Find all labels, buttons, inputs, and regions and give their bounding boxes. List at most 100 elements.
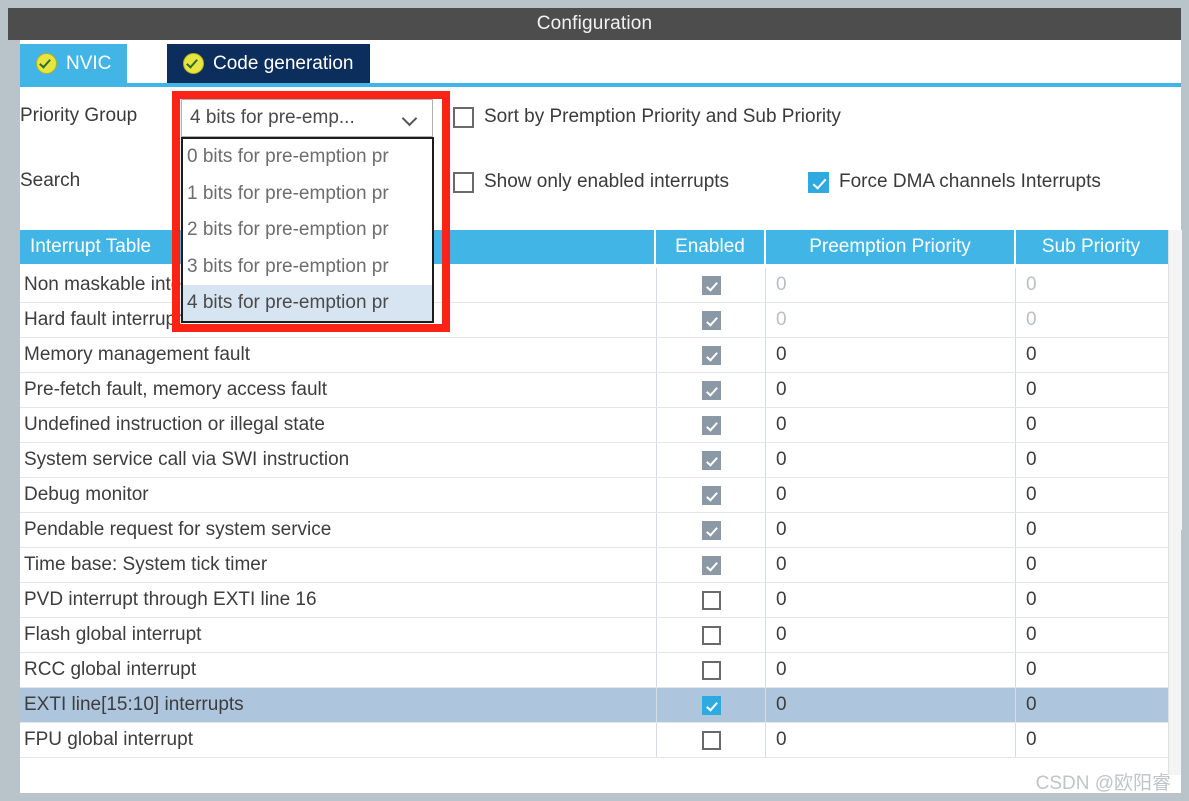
interrupt-name-cell: RCC global interrupt bbox=[24, 659, 197, 680]
preemption-priority-cell[interactable]: 0 bbox=[766, 373, 1016, 407]
enabled-checkbox[interactable] bbox=[701, 345, 721, 365]
enabled-cell[interactable] bbox=[656, 408, 766, 442]
enabled-cell[interactable] bbox=[656, 723, 766, 757]
tab-code-generation[interactable]: Code generation bbox=[167, 44, 370, 83]
sub-priority-cell[interactable]: 0 bbox=[1016, 548, 1166, 582]
table-row[interactable]: Pre-fetch fault, memory access fault 0 0 bbox=[20, 373, 1168, 408]
sub-priority-cell[interactable]: 0 bbox=[1016, 443, 1166, 477]
sub-priority-cell[interactable]: 0 bbox=[1016, 373, 1166, 407]
table-row[interactable]: EXTI line[15:10] interrupts 0 0 bbox=[20, 688, 1168, 723]
sub-priority-cell[interactable]: 0 bbox=[1016, 338, 1166, 372]
preemption-priority-cell[interactable]: 0 bbox=[766, 303, 1016, 337]
preemption-priority-cell[interactable]: 0 bbox=[766, 478, 1016, 512]
sub-priority-cell[interactable]: 0 bbox=[1016, 408, 1166, 442]
enabled-checkbox[interactable] bbox=[701, 625, 721, 645]
preemption-priority-cell[interactable]: 0 bbox=[766, 513, 1016, 547]
dropdown-option[interactable]: 1 bits for pre-emption pr bbox=[183, 176, 432, 213]
enabled-checkbox[interactable] bbox=[701, 730, 721, 750]
sub-priority-cell[interactable]: 0 bbox=[1016, 723, 1166, 757]
dropdown-option[interactable]: 2 bits for pre-emption pr bbox=[183, 212, 432, 249]
configuration-window: Configuration NVIC Code generation Prior… bbox=[0, 0, 1189, 801]
enabled-cell[interactable] bbox=[656, 583, 766, 617]
table-row[interactable]: PVD interrupt through EXTI line 16 0 0 bbox=[20, 583, 1168, 618]
enabled-cell[interactable] bbox=[656, 268, 766, 302]
table-row[interactable]: RCC global interrupt 0 0 bbox=[20, 653, 1168, 688]
dropdown-option[interactable]: 4 bits for pre-emption pr bbox=[183, 285, 432, 321]
sub-priority-cell[interactable]: 0 bbox=[1016, 303, 1166, 337]
preemption-priority-cell[interactable]: 0 bbox=[766, 268, 1016, 302]
enabled-cell[interactable] bbox=[656, 373, 766, 407]
enabled-cell[interactable] bbox=[656, 478, 766, 512]
priority-group-dropdown-list[interactable]: 0 bits for pre-emption pr 1 bits for pre-… bbox=[181, 137, 434, 323]
dropdown-option[interactable]: 3 bits for pre-emption pr bbox=[183, 249, 432, 286]
tab-nvic[interactable]: NVIC bbox=[20, 44, 128, 83]
tab-code-generation-label: Code generation bbox=[213, 52, 354, 74]
table-row[interactable]: Pendable request for system service 0 0 bbox=[20, 513, 1168, 548]
preemption-priority-cell[interactable]: 0 bbox=[766, 653, 1016, 687]
search-label: Search bbox=[20, 170, 81, 191]
enabled-cell[interactable] bbox=[656, 653, 766, 687]
vertical-scrollbar[interactable] bbox=[1168, 230, 1182, 775]
table-row[interactable]: Time base: System tick timer 0 0 bbox=[20, 548, 1168, 583]
enabled-cell[interactable] bbox=[656, 513, 766, 547]
interrupt-name-cell: Time base: System tick timer bbox=[24, 554, 268, 575]
enabled-cell[interactable] bbox=[656, 688, 766, 722]
dropdown-option[interactable]: 0 bits for pre-emption pr bbox=[183, 139, 432, 176]
sub-priority-cell[interactable]: 0 bbox=[1016, 478, 1166, 512]
sub-priority-cell[interactable]: 0 bbox=[1016, 513, 1166, 547]
interrupt-name-cell: Pendable request for system service bbox=[24, 519, 332, 540]
column-header-enabled[interactable]: Enabled bbox=[656, 230, 766, 264]
sub-priority-cell[interactable]: 0 bbox=[1016, 268, 1166, 302]
enabled-checkbox[interactable] bbox=[701, 275, 721, 295]
window-titlebar: Configuration bbox=[8, 8, 1181, 40]
table-row[interactable]: System service call via SWI instruction 0… bbox=[20, 443, 1168, 478]
chevron-down-icon bbox=[402, 110, 418, 126]
show-only-enabled-option[interactable]: Show only enabled interrupts bbox=[453, 171, 729, 193]
table-row[interactable]: Debug monitor 0 0 bbox=[20, 478, 1168, 513]
force-dma-checkbox[interactable] bbox=[808, 171, 829, 193]
preemption-priority-cell[interactable]: 0 bbox=[766, 443, 1016, 477]
preemption-priority-cell[interactable]: 0 bbox=[766, 548, 1016, 582]
table-row[interactable]: Memory management fault 0 0 bbox=[20, 338, 1168, 373]
enabled-checkbox[interactable] bbox=[701, 520, 721, 540]
preemption-priority-cell[interactable]: 0 bbox=[766, 618, 1016, 652]
priority-group-combobox[interactable]: 4 bits for pre-emp... bbox=[181, 99, 433, 137]
left-rail bbox=[8, 40, 20, 793]
preemption-priority-cell[interactable]: 0 bbox=[766, 688, 1016, 722]
preemption-priority-cell[interactable]: 0 bbox=[766, 338, 1016, 372]
enabled-checkbox[interactable] bbox=[701, 660, 721, 680]
enabled-cell[interactable] bbox=[656, 303, 766, 337]
sub-priority-cell[interactable]: 0 bbox=[1016, 618, 1166, 652]
enabled-checkbox[interactable] bbox=[701, 380, 721, 400]
sub-priority-cell[interactable]: 0 bbox=[1016, 688, 1166, 722]
sort-by-premption-option[interactable]: Sort by Premption Priority and Sub Prior… bbox=[453, 106, 841, 128]
table-row[interactable]: FPU global interrupt 0 0 bbox=[20, 723, 1168, 758]
enabled-checkbox[interactable] bbox=[701, 450, 721, 470]
check-circle-icon bbox=[183, 53, 204, 74]
enabled-checkbox[interactable] bbox=[701, 310, 721, 330]
table-row[interactable]: Flash global interrupt 0 0 bbox=[20, 618, 1168, 653]
force-dma-option[interactable]: Force DMA channels Interrupts bbox=[808, 171, 1101, 193]
table-row[interactable]: Undefined instruction or illegal state 0 0 bbox=[20, 408, 1168, 443]
interrupt-name-cell: EXTI line[15:10] interrupts bbox=[24, 694, 244, 715]
enabled-checkbox[interactable] bbox=[701, 485, 721, 505]
enabled-checkbox[interactable] bbox=[701, 590, 721, 610]
sort-by-premption-label: Sort by Premption Priority and Sub Prior… bbox=[484, 106, 841, 127]
enabled-checkbox[interactable] bbox=[701, 415, 721, 435]
enabled-cell[interactable] bbox=[656, 618, 766, 652]
enabled-checkbox[interactable] bbox=[701, 695, 721, 715]
show-only-enabled-checkbox[interactable] bbox=[453, 171, 474, 193]
scrollbar-thumb[interactable] bbox=[1169, 230, 1182, 530]
preemption-priority-cell[interactable]: 0 bbox=[766, 408, 1016, 442]
column-header-sub-priority[interactable]: Sub Priority bbox=[1016, 230, 1166, 264]
enabled-cell[interactable] bbox=[656, 443, 766, 477]
preemption-priority-cell[interactable]: 0 bbox=[766, 723, 1016, 757]
sub-priority-cell[interactable]: 0 bbox=[1016, 653, 1166, 687]
preemption-priority-cell[interactable]: 0 bbox=[766, 583, 1016, 617]
enabled-checkbox[interactable] bbox=[701, 555, 721, 575]
sort-by-premption-checkbox[interactable] bbox=[453, 106, 474, 128]
sub-priority-cell[interactable]: 0 bbox=[1016, 583, 1166, 617]
enabled-cell[interactable] bbox=[656, 338, 766, 372]
enabled-cell[interactable] bbox=[656, 548, 766, 582]
column-header-preemption-priority[interactable]: Preemption Priority bbox=[766, 230, 1016, 264]
